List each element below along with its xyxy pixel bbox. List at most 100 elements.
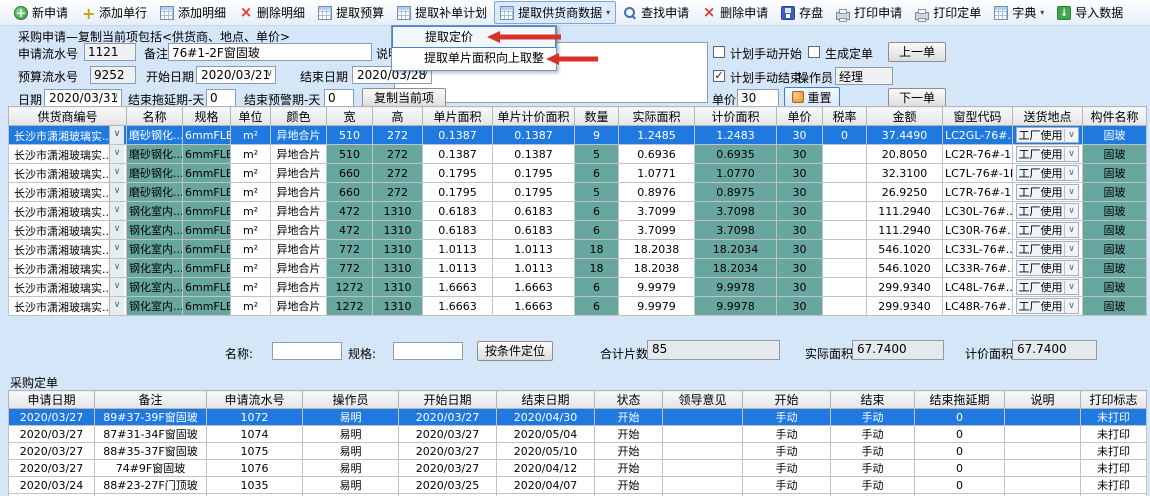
toolbar-button-extract-budget[interactable]: 提取预算: [312, 1, 390, 24]
cell[interactable]: 272: [373, 145, 423, 164]
toolbar-button-add-detail[interactable]: 添加明细: [154, 1, 232, 24]
cell[interactable]: 2020/03/27: [9, 443, 95, 460]
cell[interactable]: [823, 221, 867, 240]
cell[interactable]: 18: [575, 240, 619, 259]
cell[interactable]: 异地合片: [271, 183, 327, 202]
manual-start-checkbox[interactable]: [713, 46, 725, 58]
toolbar-button-import-data[interactable]: 导入数据: [1051, 1, 1129, 24]
cell[interactable]: 长沙市潇湘玻璃实...∨: [9, 183, 127, 202]
cell[interactable]: 开始: [595, 477, 663, 494]
cell[interactable]: 0.1387: [493, 145, 575, 164]
cell[interactable]: 固玻: [1083, 221, 1147, 240]
cell[interactable]: 1.2485: [619, 126, 695, 145]
cell[interactable]: 0.1795: [493, 183, 575, 202]
cell[interactable]: LC2R-76#-1F: [943, 145, 1013, 164]
cell[interactable]: 30: [777, 259, 823, 278]
cell[interactable]: 易明: [303, 426, 399, 443]
cell[interactable]: 472: [327, 202, 373, 221]
table-row[interactable]: 长沙市潇湘玻璃实...∨磨砂钢化...6mmFLE...m²异地合片660272…: [9, 183, 1147, 202]
cell[interactable]: 工厂使用∨: [1013, 259, 1083, 278]
column-header[interactable]: 颜色: [271, 107, 327, 126]
cell[interactable]: 易明: [303, 477, 399, 494]
cell[interactable]: 0.8975: [695, 183, 777, 202]
combo-arrow-icon[interactable]: ∨: [109, 183, 124, 201]
cell[interactable]: m²: [231, 183, 271, 202]
cell[interactable]: [823, 240, 867, 259]
cell[interactable]: m²: [231, 221, 271, 240]
cell[interactable]: 1.6663: [423, 278, 493, 297]
cell[interactable]: 2020/03/27: [399, 409, 497, 426]
operator-field[interactable]: [835, 67, 893, 85]
cell[interactable]: 工厂使用∨: [1013, 183, 1083, 202]
cell[interactable]: 2020/04/07: [497, 477, 595, 494]
cell[interactable]: 3.7099: [619, 221, 695, 240]
cell[interactable]: 30: [777, 221, 823, 240]
cell[interactable]: [663, 460, 743, 477]
cell[interactable]: LC7L-76#-1FO: [943, 164, 1013, 183]
table-row[interactable]: 2020/03/2788#35-37F窗固玻1075易明2020/03/2720…: [9, 443, 1147, 460]
cell[interactable]: m²: [231, 259, 271, 278]
column-header[interactable]: 单片计价面积: [493, 107, 575, 126]
cell[interactable]: 磨砂钢化...: [127, 164, 183, 183]
cell[interactable]: 9.9979: [619, 297, 695, 316]
cell[interactable]: 299.9340: [867, 297, 943, 316]
column-header[interactable]: 备注: [95, 391, 207, 409]
cell[interactable]: m²: [231, 202, 271, 221]
manual-end-checkbox[interactable]: [713, 70, 725, 82]
cell[interactable]: 长沙市潇湘玻璃实...∨: [9, 240, 127, 259]
cell[interactable]: 30: [777, 278, 823, 297]
toolbar-button-delete-apply[interactable]: 删除申请: [696, 1, 774, 24]
cell[interactable]: 异地合片: [271, 202, 327, 221]
table-row[interactable]: 2020/03/2488#23-27F门顶玻1035易明2020/03/2520…: [9, 477, 1147, 494]
cell[interactable]: 易明: [303, 460, 399, 477]
cell[interactable]: 手动: [831, 477, 915, 494]
toolbar-button-dictionary[interactable]: 字典▾: [988, 1, 1050, 24]
cell[interactable]: 6mmFLE...: [183, 221, 231, 240]
cell[interactable]: m²: [231, 297, 271, 316]
cell[interactable]: 钢化室内...: [127, 278, 183, 297]
cell[interactable]: 30: [777, 240, 823, 259]
locate-button[interactable]: 按条件定位: [477, 341, 553, 361]
cell[interactable]: 3.7099: [619, 202, 695, 221]
cell[interactable]: 钢化室内...: [127, 240, 183, 259]
cell[interactable]: m²: [231, 126, 271, 145]
toolbar-button-add-single-row[interactable]: 添加单行: [75, 1, 153, 24]
cell[interactable]: 1.0771: [619, 164, 695, 183]
cell[interactable]: 钢化室内...: [127, 297, 183, 316]
cell[interactable]: LC2GL-76#...: [943, 126, 1013, 145]
cell[interactable]: 88#23-27F门顶玻: [95, 477, 207, 494]
table-row[interactable]: 长沙市潇湘玻璃实...∨钢化室内...6mmFLE...m²异地合片772131…: [9, 240, 1147, 259]
cell[interactable]: 磨砂钢化...: [127, 126, 183, 145]
cell[interactable]: 1310: [373, 297, 423, 316]
cell[interactable]: LC33R-76#...: [943, 259, 1013, 278]
column-header[interactable]: 打印标志: [1081, 391, 1147, 409]
cell[interactable]: 手动: [743, 409, 831, 426]
cell[interactable]: 工厂使用∨: [1013, 278, 1083, 297]
cell[interactable]: 手动: [831, 409, 915, 426]
gen-order-checkbox[interactable]: [808, 46, 820, 58]
table-row[interactable]: 长沙市潇湘玻璃实...∨钢化室内...6mmFLE...m²异地合片472131…: [9, 202, 1147, 221]
cell[interactable]: 长沙市潇湘玻璃实...∨: [9, 164, 127, 183]
cell[interactable]: 20.8050: [867, 145, 943, 164]
cell[interactable]: m²: [231, 240, 271, 259]
cell[interactable]: 18.2038: [619, 240, 695, 259]
cell[interactable]: 工厂使用∨: [1013, 221, 1083, 240]
cell[interactable]: 1310: [373, 259, 423, 278]
column-header[interactable]: 申请日期: [9, 391, 95, 409]
cell[interactable]: [1005, 460, 1081, 477]
column-header[interactable]: 单片面积: [423, 107, 493, 126]
cell[interactable]: 1.6663: [423, 297, 493, 316]
cell[interactable]: 异地合片: [271, 297, 327, 316]
cell[interactable]: 长沙市潇湘玻璃实...∨: [9, 278, 127, 297]
combo-arrow-icon[interactable]: ∨: [1064, 129, 1078, 142]
cell[interactable]: 长沙市潇湘玻璃实...∨: [9, 126, 127, 145]
toolbar-button-extract-supplement-plan[interactable]: 提取补单计划: [391, 1, 493, 24]
cell[interactable]: 472: [327, 221, 373, 240]
cell[interactable]: 1.0113: [493, 259, 575, 278]
cell[interactable]: 6mmFLE...: [183, 278, 231, 297]
combo-arrow-icon[interactable]: ∨: [109, 221, 124, 239]
cell[interactable]: 18.2034: [695, 259, 777, 278]
table-row[interactable]: 2020/03/2774#9F窗固玻1076易明2020/03/272020/0…: [9, 460, 1147, 477]
cell[interactable]: 未打印: [1081, 426, 1147, 443]
cell[interactable]: 开始: [595, 426, 663, 443]
